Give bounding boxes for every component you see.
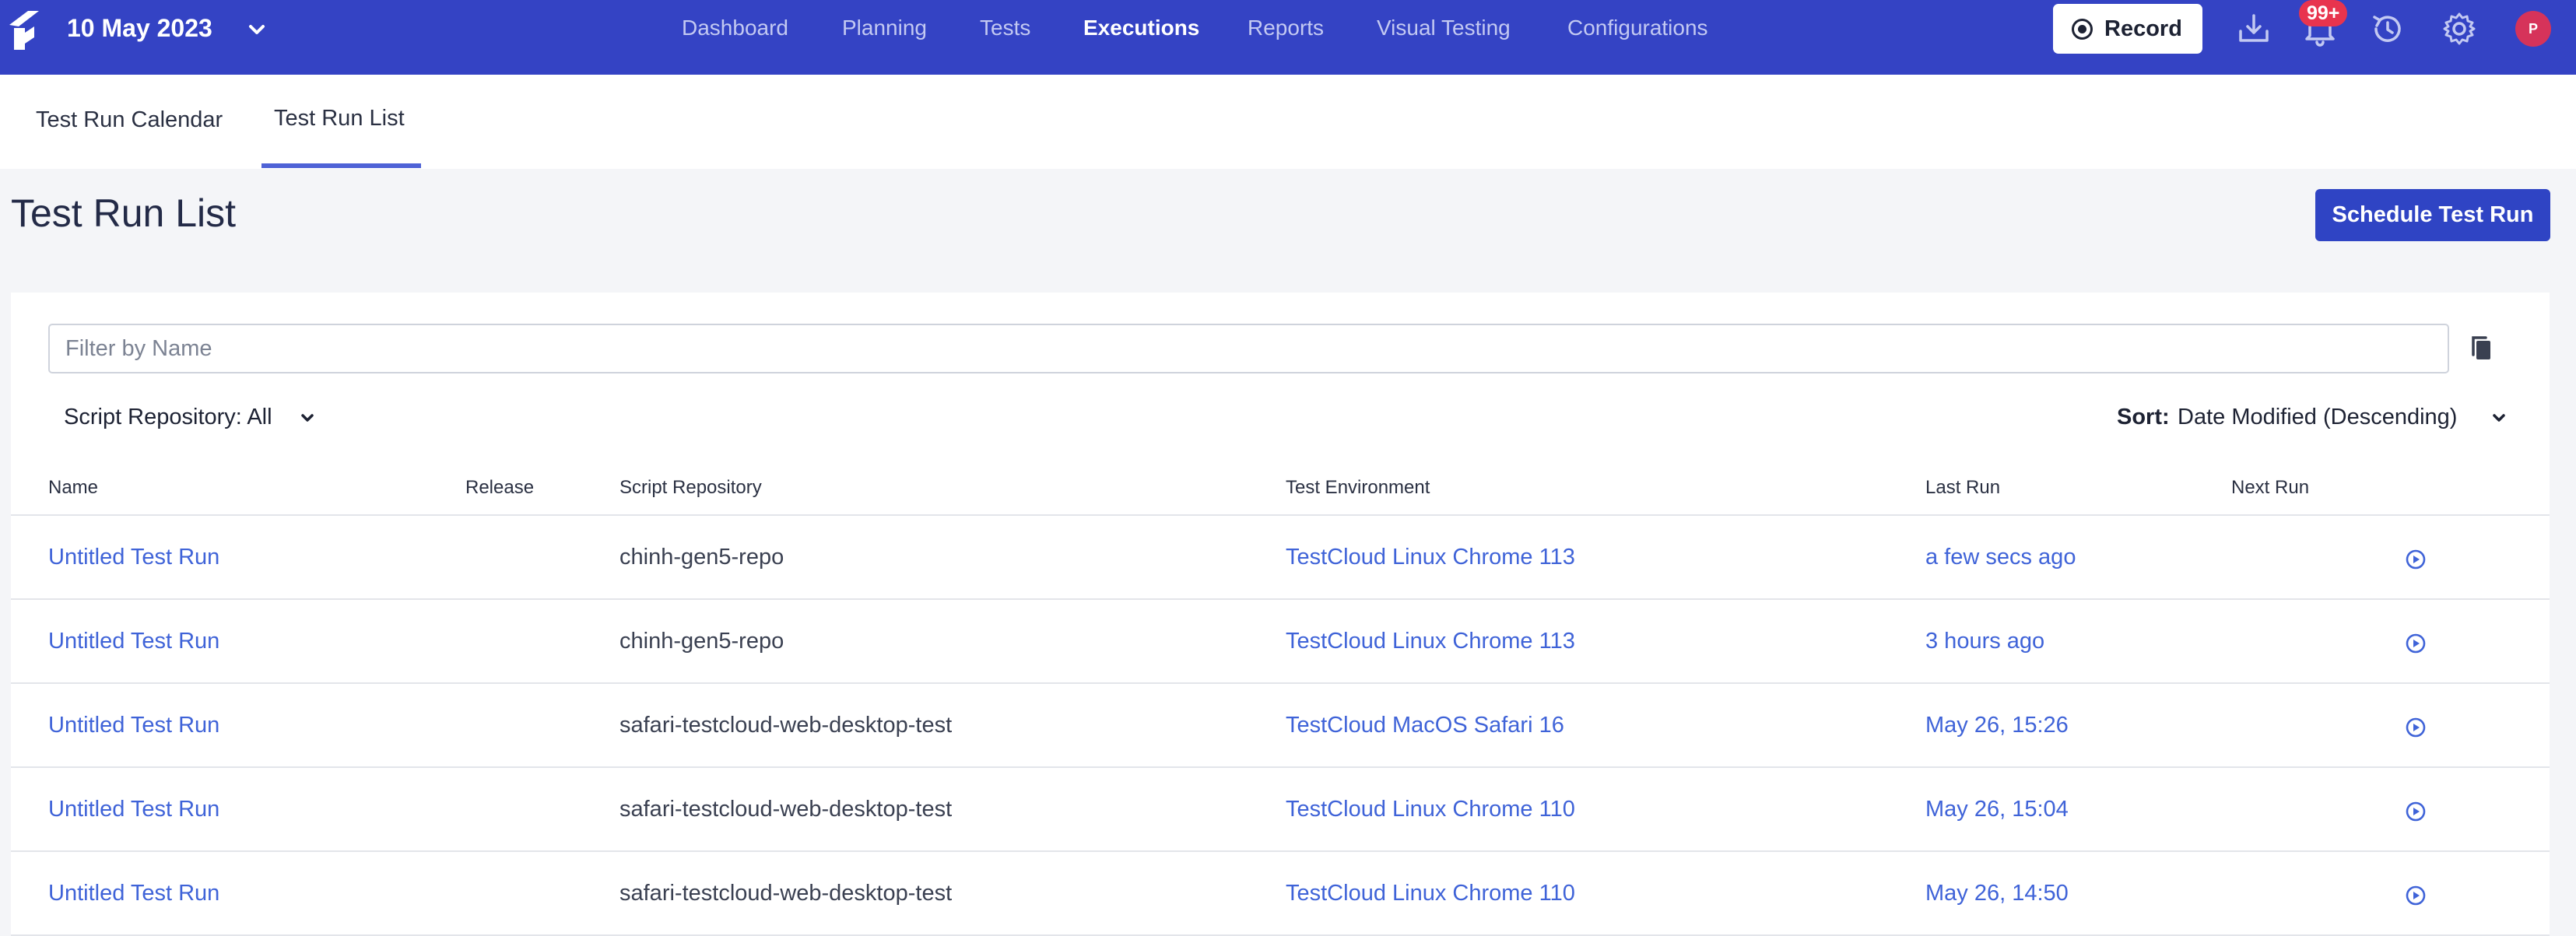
column-header-script-repository[interactable]: Script Repository <box>619 476 762 500</box>
test-run-name-link[interactable]: Untitled Test Run <box>48 626 219 656</box>
top-navigation-bar: 10 May 2023 Dashboard Planning Tests Exe… <box>0 0 2576 75</box>
nav-reports[interactable]: Reports <box>1248 14 1324 42</box>
table-row: Untitled Test Run safari-testcloud-web-d… <box>11 684 2550 768</box>
column-header-test-environment[interactable]: Test Environment <box>1286 476 1430 500</box>
last-run-link[interactable]: May 26, 15:04 <box>1925 794 2069 824</box>
tab-test-run-calendar[interactable]: Test Run Calendar <box>36 106 223 134</box>
nav-dashboard[interactable]: Dashboard <box>682 14 788 42</box>
nav-executions[interactable]: Executions <box>1083 14 1199 42</box>
gear-icon[interactable] <box>2438 8 2480 50</box>
test-environment-link[interactable]: TestCloud Linux Chrome 113 <box>1286 626 1575 656</box>
nav-planning[interactable]: Planning <box>842 14 927 42</box>
table-row: Untitled Test Run chinh-gen5-repo TestCl… <box>11 600 2550 684</box>
test-environment-link[interactable]: TestCloud Linux Chrome 113 <box>1286 542 1575 572</box>
tab-test-run-list[interactable]: Test Run List <box>274 104 405 132</box>
last-run-link[interactable]: 3 hours ago <box>1925 626 2044 656</box>
chevron-down-icon[interactable] <box>244 17 269 42</box>
table-row: Untitled Test Run chinh-gen5-repo TestCl… <box>11 516 2550 600</box>
nav-tests[interactable]: Tests <box>980 14 1030 42</box>
script-repository-cell: safari-testcloud-web-desktop-test <box>619 797 953 822</box>
script-repository-cell: safari-testcloud-web-desktop-test <box>619 713 953 738</box>
download-icon[interactable] <box>2233 8 2275 50</box>
play-circle-icon[interactable] <box>2404 716 2427 739</box>
test-environment-link[interactable]: TestCloud MacOS Safari 16 <box>1286 710 1564 740</box>
active-tab-indicator <box>261 163 421 168</box>
script-repository-filter[interactable]: Script Repository: All <box>64 403 272 431</box>
column-header-next-run[interactable]: Next Run <box>2231 476 2309 500</box>
sort-label: Sort: <box>2117 405 2170 429</box>
column-header-release[interactable]: Release <box>465 476 534 500</box>
script-repository-cell: safari-testcloud-web-desktop-test <box>619 881 953 906</box>
filter-by-name-input[interactable] <box>48 324 2449 373</box>
record-button-label: Record <box>2104 16 2182 41</box>
test-run-name-link[interactable]: Untitled Test Run <box>48 542 219 572</box>
sort-dropdown[interactable]: Date Modified (Descending) <box>2178 403 2457 431</box>
script-repository-cell: chinh-gen5-repo <box>619 545 784 570</box>
logo-icon[interactable] <box>8 9 40 51</box>
play-circle-icon[interactable] <box>2404 632 2427 655</box>
column-header-last-run[interactable]: Last Run <box>1925 476 2000 500</box>
script-repository-cell: chinh-gen5-repo <box>619 629 784 654</box>
play-circle-icon[interactable] <box>2404 884 2427 907</box>
chevron-down-icon[interactable] <box>296 406 319 429</box>
date-selector-label[interactable]: 10 May 2023 <box>67 12 212 44</box>
schedule-test-run-button[interactable]: Schedule Test Run <box>2315 189 2550 241</box>
test-run-list-card: Script Repository: All Sort: Date Modifi… <box>11 293 2550 936</box>
test-environment-link[interactable]: TestCloud Linux Chrome 110 <box>1286 878 1575 908</box>
page-title: Test Run List <box>11 191 237 235</box>
last-run-link[interactable]: May 26, 14:50 <box>1925 878 2069 908</box>
test-run-name-link[interactable]: Untitled Test Run <box>48 710 219 740</box>
record-button[interactable]: Record <box>2053 4 2202 54</box>
play-circle-icon[interactable] <box>2404 800 2427 823</box>
last-run-link[interactable]: May 26, 15:26 <box>1925 710 2069 740</box>
notification-count-badge: 99+ <box>2299 0 2348 26</box>
last-run-link[interactable]: a few secs ago <box>1925 542 2076 572</box>
avatar[interactable]: P <box>2515 11 2551 47</box>
sub-tabs-bar: Test Run Calendar Test Run List <box>0 75 2576 169</box>
test-run-name-link[interactable]: Untitled Test Run <box>48 878 219 908</box>
record-icon <box>2072 19 2093 40</box>
copy-icon[interactable] <box>2467 333 2497 364</box>
table-row: Untitled Test Run safari-testcloud-web-d… <box>11 768 2550 852</box>
history-icon[interactable] <box>2367 8 2409 50</box>
test-environment-link[interactable]: TestCloud Linux Chrome 110 <box>1286 794 1575 824</box>
play-circle-icon[interactable] <box>2404 548 2427 571</box>
column-header-name[interactable]: Name <box>48 476 98 500</box>
nav-visual-testing[interactable]: Visual Testing <box>1377 14 1511 42</box>
chevron-down-icon[interactable] <box>2487 406 2511 429</box>
test-run-name-link[interactable]: Untitled Test Run <box>48 794 219 824</box>
nav-configurations[interactable]: Configurations <box>1567 14 1708 42</box>
table-row: Untitled Test Run safari-testcloud-web-d… <box>11 852 2550 936</box>
